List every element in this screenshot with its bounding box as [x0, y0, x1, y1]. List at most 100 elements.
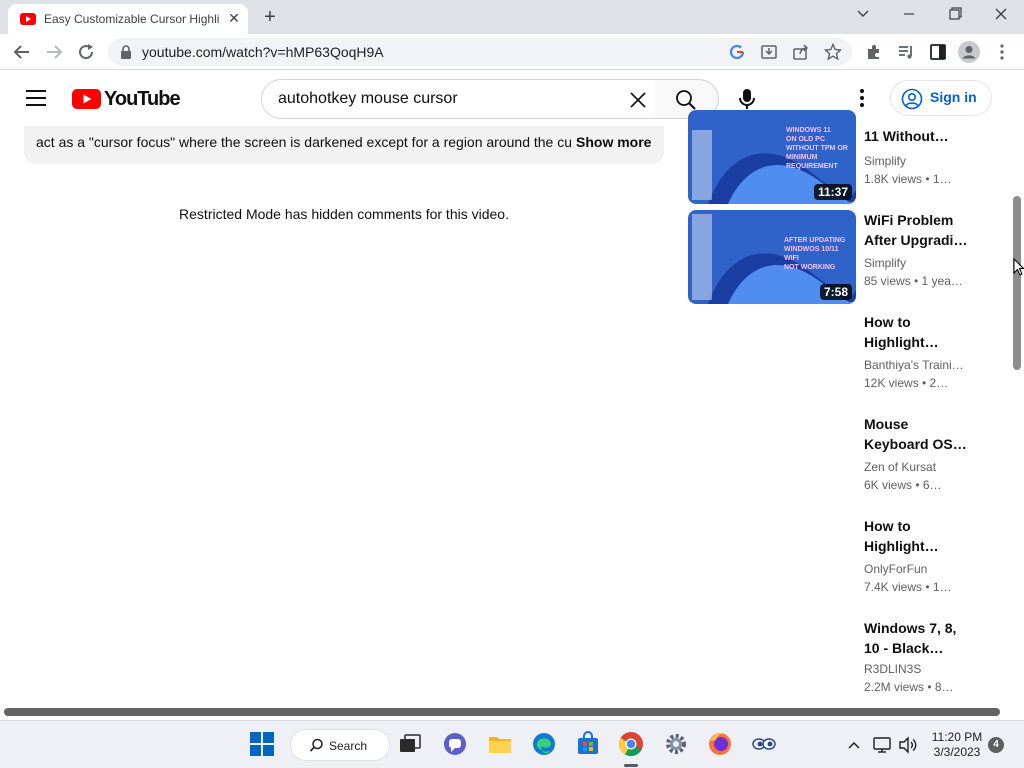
clear-search-icon[interactable]: [628, 90, 648, 110]
lock-icon[interactable]: [120, 45, 132, 59]
bookmark-star-icon[interactable]: [824, 43, 842, 61]
horizontal-scrollbar[interactable]: [0, 703, 1010, 719]
extensions-puzzle-icon[interactable]: [864, 42, 884, 62]
vertical-scrollbar-thumb[interactable]: [1013, 196, 1021, 370]
vertical-scrollbar[interactable]: [1010, 126, 1024, 708]
side-panel-icon[interactable]: [928, 42, 948, 62]
taskbar-search-box[interactable]: Search: [290, 729, 390, 761]
chrome-taskbar-icon[interactable]: [618, 731, 644, 757]
recommendation-item[interactable]: How to Highlight… OnlyForFun 7.4K views …: [688, 516, 978, 612]
eyes-app-icon[interactable]: [751, 731, 777, 757]
tab-close-icon[interactable]: ✕: [226, 10, 242, 26]
settings-more-icon[interactable]: [852, 88, 872, 108]
video-title[interactable]: How to: [864, 312, 969, 332]
search-input[interactable]: autohotkey mouse cursor: [261, 79, 656, 119]
youtube-play-logo-icon: [72, 89, 101, 109]
video-meta: 2.2M views • 8…: [864, 680, 954, 694]
address-bar[interactable]: youtube.com/watch?v=hMP63QoqH9A: [108, 38, 852, 66]
svg-text:NOT WORKING: NOT WORKING: [784, 264, 836, 271]
svg-text:MINIMUM: MINIMUM: [786, 154, 818, 161]
chrome-menu-icon[interactable]: [992, 42, 1012, 62]
description-text: act as a "cursor focus" where the screen…: [36, 134, 571, 150]
forward-arrow-icon[interactable]: [44, 42, 64, 62]
guide-menu-icon[interactable]: [26, 90, 46, 106]
channel-name[interactable]: Simplify: [864, 154, 969, 168]
video-duration: 11:37: [813, 184, 852, 200]
video-title[interactable]: WiFi Problem: [864, 210, 969, 230]
video-description[interactable]: act as a "cursor focus" where the screen…: [24, 126, 664, 164]
taskbar-clock[interactable]: 11:20 PM 3/3/2023: [926, 730, 988, 760]
video-title-line2[interactable]: Keyboard OSD…: [864, 434, 969, 454]
edge-browser-icon[interactable]: [531, 731, 557, 757]
taskbar-search-label: Search: [329, 739, 368, 753]
channel-name[interactable]: OnlyForFun: [864, 562, 969, 576]
show-hidden-icons-chevron-icon[interactable]: [846, 737, 862, 753]
network-icon[interactable]: [872, 735, 892, 755]
search-query-text: autohotkey mouse cursor: [278, 90, 458, 107]
windows-taskbar: Search 11:20 PM 3/3/2023 4: [0, 720, 1024, 768]
task-view-icon[interactable]: [397, 731, 423, 757]
svg-text:REQUIREMENT: REQUIREMENT: [786, 163, 838, 170]
video-title-line2[interactable]: After Upgradi…: [864, 230, 969, 250]
video-title[interactable]: Windows 7, 8,: [864, 618, 969, 638]
google-lens-icon[interactable]: [728, 43, 746, 61]
account-circle-icon: [901, 88, 923, 110]
svg-text:WINDWOS 10/11: WINDWOS 10/11: [784, 246, 839, 253]
sign-in-label: Sign in: [930, 89, 977, 105]
horizontal-scrollbar-thumb[interactable]: [4, 708, 1000, 716]
show-more-button[interactable]: Show more: [576, 134, 651, 150]
search-icon: [676, 90, 696, 110]
channel-name[interactable]: Zen of Kursat: [864, 460, 969, 474]
browser-tab-active[interactable]: Easy Customizable Cursor Highlig ✕: [8, 4, 248, 34]
close-window-icon[interactable]: [986, 4, 1016, 24]
channel-name[interactable]: R3DLIN3S: [864, 662, 969, 676]
volume-icon[interactable]: [898, 735, 918, 755]
video-title[interactable]: Mouse: [864, 414, 969, 434]
youtube-logo[interactable]: YouTube: [72, 87, 181, 111]
channel-name[interactable]: Banthiya's Traini…: [864, 358, 969, 372]
sign-in-button[interactable]: Sign in: [890, 80, 992, 116]
chat-teams-icon[interactable]: [442, 731, 468, 757]
install-app-icon[interactable]: [760, 43, 778, 61]
new-tab-button[interactable]: +: [260, 7, 280, 27]
svg-text:WINDOWS 11: WINDOWS 11: [786, 127, 831, 134]
media-controls-icon[interactable]: [896, 42, 916, 62]
clock-time: 11:20 PM: [931, 730, 983, 744]
video-title-line2[interactable]: Highlight…: [864, 536, 969, 556]
minimize-icon[interactable]: [894, 4, 924, 24]
youtube-logo-text: YouTube: [104, 88, 181, 110]
video-title-line2[interactable]: Highlight…: [864, 332, 969, 352]
video-title-line2[interactable]: 10 - Black…: [864, 638, 969, 658]
restricted-mode-notice: Restricted Mode has hidden comments for …: [179, 206, 509, 222]
recommendation-item[interactable]: AFTER UPDATING WINDWOS 10/11 WIFI NOT WO…: [688, 210, 978, 306]
voice-search-mic-icon[interactable]: [733, 85, 761, 113]
back-arrow-icon[interactable]: [12, 42, 32, 62]
taskbar-search-icon: [309, 738, 323, 752]
recommendation-item[interactable]: Mouse Keyboard OSD… Zen of Kursat 6K vie…: [688, 414, 978, 510]
profile-avatar-icon[interactable]: [958, 41, 980, 63]
reload-icon[interactable]: [76, 42, 96, 62]
microsoft-store-icon[interactable]: [575, 731, 601, 757]
channel-name[interactable]: Simplify: [864, 256, 969, 270]
video-title[interactable]: 11 Without…: [864, 126, 969, 146]
share-icon[interactable]: [792, 43, 810, 61]
windows-start-icon[interactable]: [249, 731, 275, 757]
file-explorer-icon[interactable]: [487, 731, 513, 757]
active-app-indicator: [624, 764, 638, 767]
browser-toolbar: youtube.com/watch?v=hMP63QoqH9A: [0, 34, 1024, 70]
tab-search-chevron-icon[interactable]: [848, 4, 878, 24]
notification-count-badge[interactable]: 4: [988, 737, 1004, 753]
restore-icon[interactable]: [940, 4, 970, 24]
settings-gear-icon[interactable]: [663, 731, 689, 757]
recommendation-item[interactable]: How to Highlight… Banthiya's Traini… 12K…: [688, 312, 978, 408]
recommendation-item[interactable]: WINDOWS 11 ON OLD PC WITHOUT TPM OR MINI…: [688, 110, 978, 204]
url-text: youtube.com/watch?v=hMP63QoqH9A: [142, 44, 384, 60]
video-meta: 6K views • 6…: [864, 478, 942, 492]
recommendation-item[interactable]: Windows 7, 8, 10 - Black… R3DLIN3S 2.2M …: [688, 618, 978, 702]
svg-text:WITHOUT TPM OR: WITHOUT TPM OR: [786, 145, 848, 152]
mouse-cursor-icon: [1013, 258, 1024, 276]
video-title[interactable]: How to: [864, 516, 969, 536]
firefox-icon[interactable]: [707, 731, 733, 757]
video-thumbnail[interactable]: WINDOWS 11 ON OLD PC WITHOUT TPM OR MINI…: [688, 110, 856, 204]
video-thumbnail[interactable]: AFTER UPDATING WINDWOS 10/11 WIFI NOT WO…: [688, 210, 856, 304]
